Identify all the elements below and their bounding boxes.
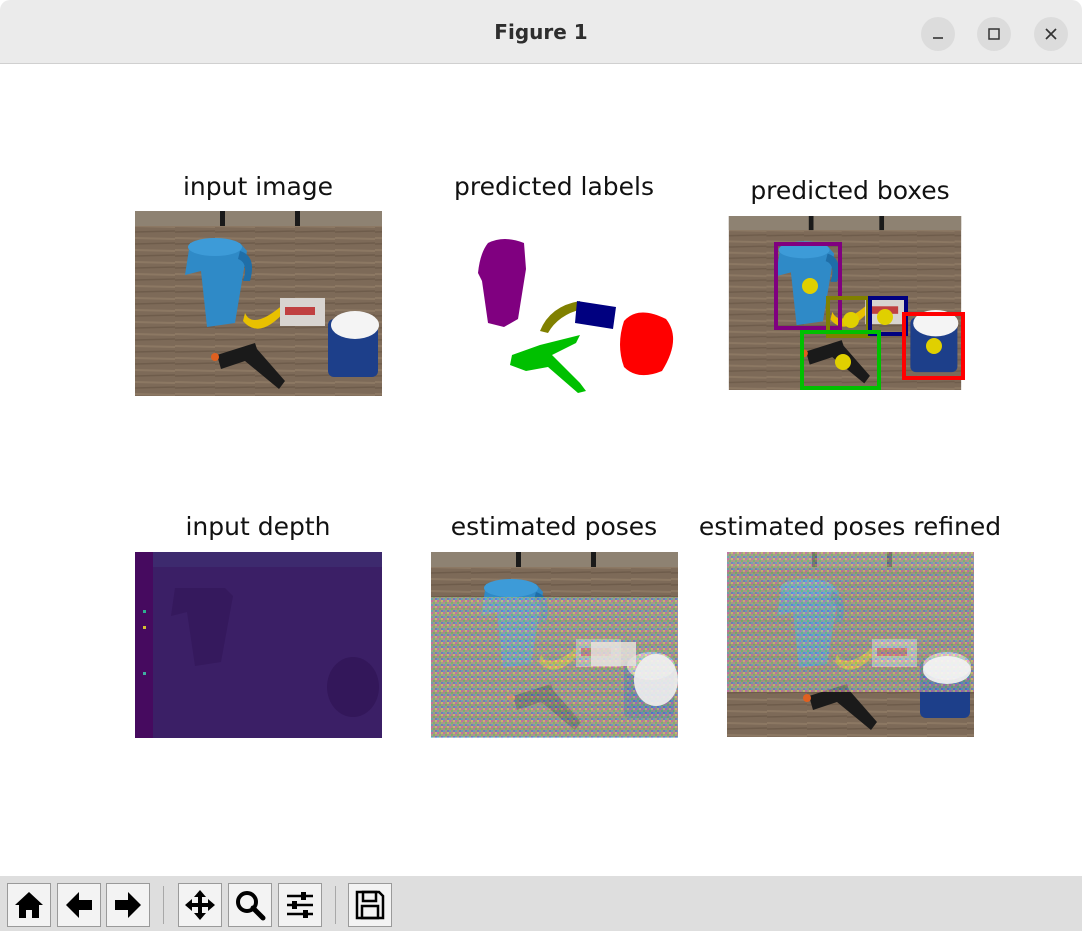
label-pitcher	[478, 239, 526, 327]
center-can	[926, 338, 942, 354]
panel-title-predicted-boxes: predicted boxes	[750, 176, 950, 205]
pan-icon	[185, 890, 215, 920]
panel-input-depth	[135, 552, 382, 738]
maximize-button[interactable]	[977, 17, 1011, 51]
back-button[interactable]	[57, 883, 101, 927]
pan-button[interactable]	[178, 883, 222, 927]
forward-arrow-icon	[115, 892, 141, 918]
center-banana	[843, 312, 859, 328]
panel-title-estimated-poses-refined: estimated poses refined	[698, 512, 1002, 541]
close-button[interactable]	[1034, 17, 1068, 51]
navigation-toolbar	[0, 876, 1082, 931]
subplots-icon	[287, 892, 313, 918]
toolbar-separator	[163, 886, 164, 924]
forward-button[interactable]	[106, 883, 150, 927]
center-pitcher	[802, 278, 818, 294]
panel-title-input-depth: input depth	[185, 512, 331, 541]
panel-title-input-image: input image	[182, 172, 334, 201]
center-clamp	[835, 354, 851, 370]
close-icon	[1045, 28, 1057, 40]
zoom-icon	[236, 891, 266, 921]
window-title: Figure 1	[494, 20, 588, 44]
zoom-button[interactable]	[228, 883, 272, 927]
home-button[interactable]	[7, 883, 51, 927]
home-icon	[15, 892, 43, 918]
minimize-button[interactable]	[921, 17, 955, 51]
back-arrow-icon	[66, 892, 92, 918]
subplots-button[interactable]	[278, 883, 322, 927]
label-can	[620, 312, 674, 376]
maximize-icon	[988, 28, 1000, 40]
minimize-icon	[933, 37, 943, 39]
save-icon	[355, 890, 385, 920]
label-box	[575, 301, 616, 329]
toolbar-separator	[335, 886, 336, 924]
panel-predicted-boxes	[727, 216, 967, 392]
panel-input-image	[135, 211, 382, 396]
save-button[interactable]	[348, 883, 392, 927]
panel-predicted-labels	[430, 211, 678, 396]
panel-title-predicted-labels: predicted labels	[453, 172, 655, 201]
panel-estimated-poses-refined	[727, 552, 974, 738]
label-pitcher-hole	[534, 261, 537, 271]
window-titlebar: Figure 1	[0, 0, 1082, 64]
panel-estimated-poses	[431, 552, 678, 738]
label-clamp	[510, 335, 586, 393]
figure-canvas[interactable]: input image predicted labels predicted b…	[0, 64, 1082, 876]
center-box	[877, 309, 893, 325]
panel-title-estimated-poses: estimated poses	[450, 512, 658, 541]
